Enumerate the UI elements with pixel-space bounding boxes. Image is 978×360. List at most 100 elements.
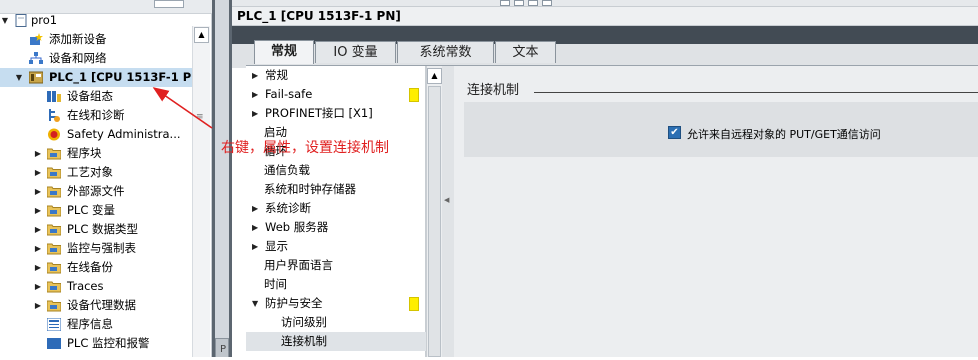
nav-item[interactable]: 通信负载	[246, 161, 426, 180]
tree-item[interactable]: ▶ PLC 数据类型	[0, 220, 192, 239]
nav-item-label: 用户界面语言	[264, 258, 333, 272]
tree-item[interactable]: ▶ 外部源文件	[0, 182, 192, 201]
folder-icon	[46, 261, 62, 274]
tree-item[interactable]: ▼ PLC_1 [CPU 1513F-1 PN]	[0, 68, 206, 87]
tree-item[interactable]: 设备组态	[0, 87, 192, 106]
expand-right-icon[interactable]: ▶	[33, 144, 43, 163]
expand-down-icon[interactable]: ▼	[14, 68, 24, 87]
tree-item-label: PLC 变量	[67, 203, 116, 217]
tree-item-label: 程序块	[67, 146, 102, 160]
put-get-checkbox[interactable]: ✔	[668, 126, 681, 139]
nav-item[interactable]: ▶ 系统诊断	[246, 199, 426, 218]
warning-flag-icon	[409, 297, 419, 311]
tree-item[interactable]: ▶ 设备代理数据	[0, 296, 192, 315]
collapse-arrow-icon[interactable]: ◀	[444, 196, 449, 204]
tree-item-label: 添加新设备	[49, 32, 107, 46]
expand-right-icon[interactable]: ▶	[33, 258, 43, 277]
section-divider	[534, 92, 978, 93]
expand-right-icon[interactable]: ▶	[33, 239, 43, 258]
annotation-text: 右键，属性，设置连接机制	[221, 140, 389, 156]
tab-system-constants[interactable]: 系统常数	[397, 41, 494, 63]
nav-item[interactable]: 用户界面语言	[246, 256, 426, 275]
expand-right-icon[interactable]: ▶	[252, 85, 258, 104]
program-info-icon	[46, 317, 62, 332]
nav-item-label: 系统诊断	[265, 201, 311, 215]
tree-item[interactable]: ▶ 在线备份	[0, 258, 192, 277]
alarm-icon	[47, 337, 61, 350]
safety-icon	[47, 128, 61, 141]
tree-item-label: 外部源文件	[67, 184, 125, 198]
nav-splitter[interactable]: ◀	[442, 66, 454, 357]
toolbar-button[interactable]	[514, 0, 524, 6]
tree-item[interactable]: ▶ PLC 变量	[0, 201, 192, 220]
tree-item[interactable]: 添加新设备	[0, 30, 192, 49]
tab-texts[interactable]: 文本	[495, 41, 556, 63]
tree-item[interactable]: 设备和网络	[0, 49, 192, 68]
nav-item-label: 连接机制	[281, 334, 327, 348]
expand-right-icon[interactable]: ▶	[252, 218, 258, 237]
tab-io-tags[interactable]: IO 变量	[315, 41, 396, 63]
toolbar-button[interactable]	[500, 0, 510, 6]
expand-right-icon[interactable]: ▶	[252, 104, 258, 123]
device-config-icon	[47, 90, 61, 103]
nav-item[interactable]: ▶ 显示	[246, 237, 426, 256]
expand-right-icon[interactable]: ▶	[33, 163, 43, 182]
nav-scroll-thumb[interactable]	[428, 86, 441, 357]
nav-scroll-up-button[interactable]: ▲	[427, 68, 442, 84]
tree-item[interactable]: ▶ Traces	[0, 277, 192, 296]
project-icon	[14, 14, 28, 27]
tree-item[interactable]: 在线和诊断	[0, 106, 192, 125]
nav-item-label: 访问级别	[281, 315, 327, 329]
scroll-grip-icon[interactable]: ≡	[196, 113, 206, 126]
tab-general[interactable]: 常规	[254, 40, 314, 64]
tree-scrollbar[interactable]: ▲ ≡	[192, 26, 210, 357]
nav-item[interactable]: 连接机制	[246, 332, 426, 351]
editor-toolbar	[232, 0, 978, 7]
toolbar-button[interactable]	[528, 0, 538, 6]
nav-item[interactable]: ▶ PROFINET接口 [X1]	[246, 104, 426, 123]
tree-toolbar-box[interactable]	[154, 0, 184, 8]
tree-item[interactable]: ▶ 监控与强制表	[0, 239, 192, 258]
project-tree: ▼ pro1 添加新设备 设备和网络 ▼ PLC_1 [CPU 1513F-1 PN] 设备…	[0, 0, 212, 357]
panel-divider[interactable]: P	[212, 0, 232, 357]
nav-item[interactable]: ▶ Web 服务器	[246, 218, 426, 237]
put-get-checkbox-label[interactable]: 允许来自远程对象的 PUT/GET通信访问	[687, 126, 881, 142]
nav-scrollbar[interactable]: ▲	[426, 66, 442, 357]
tree-item[interactable]: Safety Administra...	[0, 125, 192, 144]
properties-nav: ▶ 常规 ▶ Fail-safe ▶ PROFINET接口 [X1] 启动 循环 通信负载 系统和…	[246, 66, 426, 357]
nav-item[interactable]: ▶ 常规	[246, 66, 426, 85]
tree-item-label: PLC_1 [CPU 1513F-1 PN]	[49, 70, 207, 84]
tree-item[interactable]: 程序信息	[0, 315, 192, 334]
expand-right-icon[interactable]: ▶	[252, 237, 258, 256]
network-icon	[29, 52, 43, 65]
expand-right-icon[interactable]: ▶	[252, 199, 258, 218]
nav-item[interactable]: 系统和时钟存储器	[246, 180, 426, 199]
divider-tab[interactable]: P	[215, 338, 229, 357]
tree-item[interactable]: PLC 监控和报警	[0, 334, 192, 353]
tree-item-label: 在线和诊断	[67, 108, 125, 122]
expand-right-icon[interactable]: ▶	[33, 220, 43, 239]
expand-right-icon[interactable]: ▶	[33, 277, 43, 296]
tree-item-label: PLC 数据类型	[67, 222, 139, 236]
tree-item[interactable]: ▶ 工艺对象	[0, 163, 192, 182]
tree-item[interactable]: ▶ 程序块	[0, 144, 192, 163]
nav-item[interactable]: ▶ Fail-safe	[246, 85, 426, 104]
tree-item-label: PLC 监控和报警	[67, 336, 150, 350]
tree-item-label: 设备代理数据	[67, 298, 136, 312]
nav-item-label: PROFINET接口 [X1]	[265, 106, 373, 120]
expand-down-icon[interactable]: ▼	[0, 11, 10, 30]
folder-icon	[46, 242, 62, 255]
tree-scroll-up-button[interactable]: ▲	[194, 27, 209, 43]
nav-item-label: 时间	[264, 277, 287, 291]
nav-item-label: Fail-safe	[265, 87, 313, 101]
expand-right-icon[interactable]: ▶	[33, 182, 43, 201]
toolbar-button[interactable]	[542, 0, 552, 6]
nav-item[interactable]: 时间	[246, 275, 426, 294]
nav-item[interactable]: ▼ 防护与安全	[246, 294, 426, 313]
nav-item[interactable]: 访问级别	[246, 313, 426, 332]
expand-right-icon[interactable]: ▶	[33, 201, 43, 220]
expand-right-icon[interactable]: ▶	[33, 296, 43, 315]
expand-right-icon[interactable]: ▶	[252, 66, 258, 85]
expand-down-icon[interactable]: ▼	[252, 294, 258, 313]
tree-item[interactable]: ▼ pro1	[0, 11, 192, 30]
